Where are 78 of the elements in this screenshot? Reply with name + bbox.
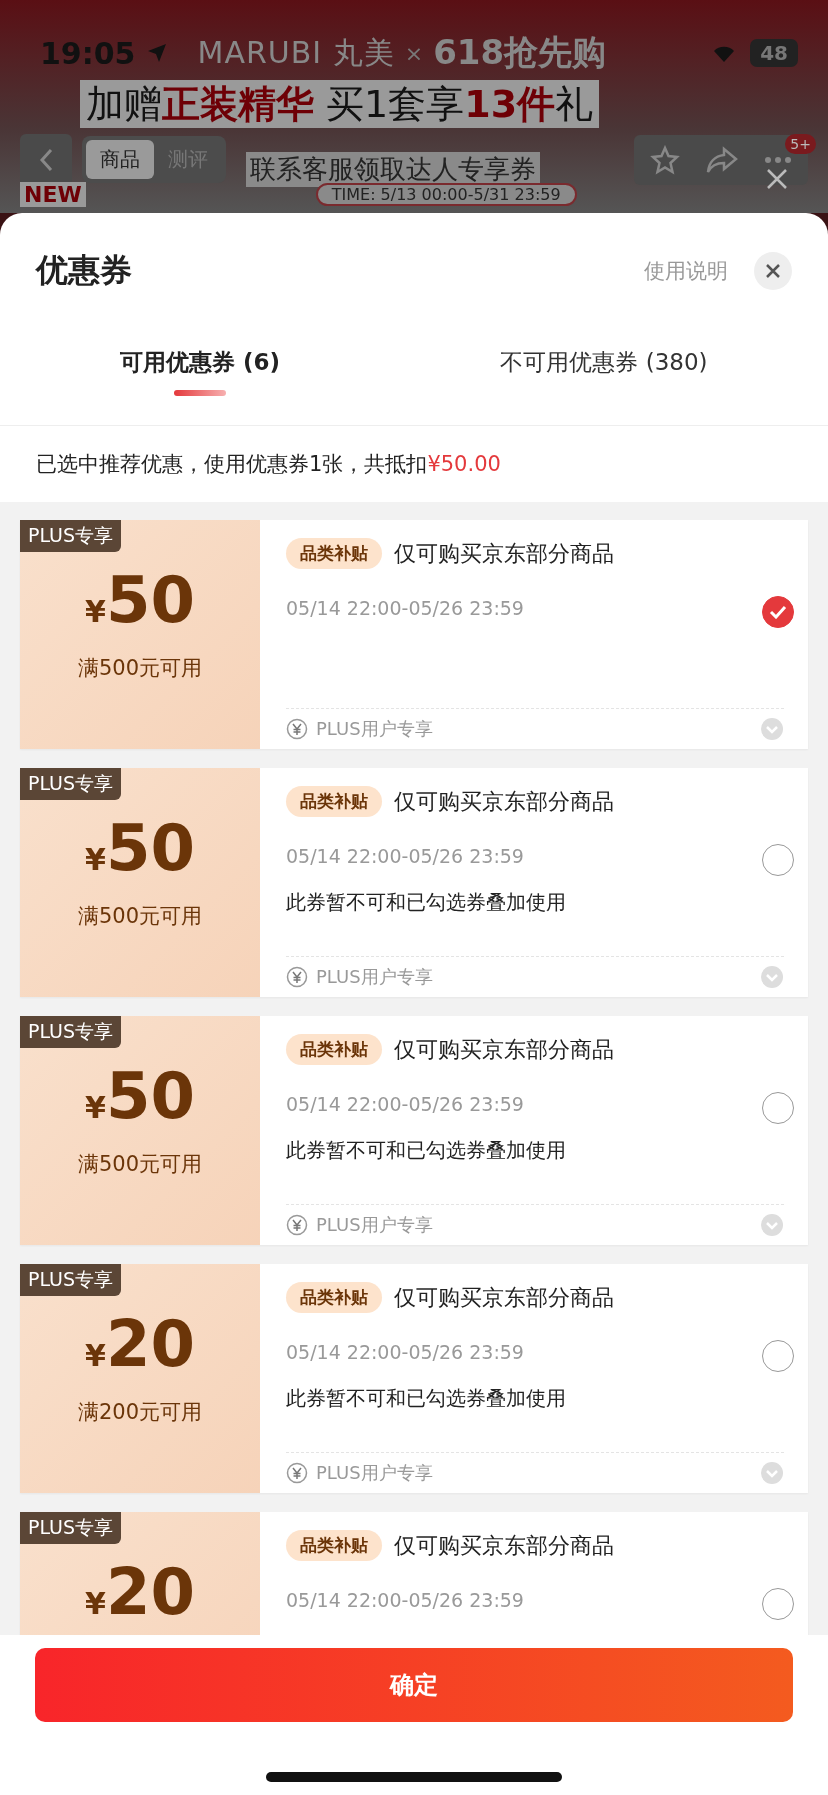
coupon-amount: 50 bbox=[105, 568, 195, 632]
validity-period: 05/14 22:00-05/26 23:59 bbox=[286, 1589, 524, 1611]
footer-label: PLUS用户专享 bbox=[316, 1461, 433, 1485]
select-radio[interactable] bbox=[762, 1588, 794, 1620]
confirm-button[interactable]: 确定 bbox=[35, 1648, 793, 1722]
yen-icon bbox=[286, 718, 308, 740]
coupon-amount: 50 bbox=[105, 816, 195, 880]
validity-period: 05/14 22:00-05/26 23:59 bbox=[286, 597, 524, 619]
currency-sign: ¥ bbox=[85, 842, 106, 877]
page-tab[interactable]: 商品 bbox=[86, 140, 154, 179]
validity-period: 05/14 22:00-05/26 23:59 bbox=[286, 1093, 524, 1115]
banner-headline: 加赠正装精华 买1套享13件礼 bbox=[80, 80, 600, 128]
expand-icon[interactable] bbox=[760, 1461, 784, 1485]
yen-icon bbox=[286, 1214, 308, 1236]
coupon-condition: 满200元可用 bbox=[77, 1399, 203, 1426]
coupon-condition: 满500元可用 bbox=[77, 903, 203, 930]
back-icon bbox=[39, 147, 53, 172]
coupon-title: 仅可购买京东部分商品 bbox=[394, 1035, 614, 1064]
coupon-note: 此券暂不可和已勾选券叠加使用 bbox=[286, 889, 567, 916]
plus-badge: PLUS专享 bbox=[20, 1512, 122, 1544]
expand-icon[interactable] bbox=[760, 1213, 784, 1237]
new-label: NEW bbox=[20, 182, 86, 207]
currency-sign: ¥ bbox=[85, 1090, 106, 1125]
plus-badge: PLUS专享 bbox=[20, 768, 122, 800]
expand-icon[interactable] bbox=[760, 965, 784, 989]
brand-logo: MARUBI 丸美 bbox=[197, 33, 395, 72]
footer-label: PLUS用户专享 bbox=[316, 965, 433, 989]
coupon-title: 仅可购买京东部分商品 bbox=[394, 1531, 614, 1560]
category-tag: 品类补贴 bbox=[286, 538, 382, 569]
plus-badge: PLUS专享 bbox=[20, 1016, 122, 1048]
category-tag: 品类补贴 bbox=[286, 1530, 382, 1561]
coupon-amount: 20 bbox=[105, 1312, 195, 1376]
star-icon[interactable] bbox=[650, 144, 680, 175]
footer-label: PLUS用户专享 bbox=[316, 1213, 433, 1237]
sheet-title: 优惠券 bbox=[36, 250, 132, 291]
brand-separator: × bbox=[404, 40, 424, 66]
validity-period: 05/14 22:00-05/26 23:59 bbox=[286, 845, 524, 867]
coupon-note: 此券暂不可和已勾选券叠加使用 bbox=[286, 1137, 567, 1164]
category-tag: 品类补贴 bbox=[286, 786, 382, 817]
expand-icon[interactable] bbox=[760, 717, 784, 741]
footer-label: PLUS用户专享 bbox=[316, 717, 433, 741]
category-tag: 品类补贴 bbox=[286, 1282, 382, 1313]
currency-sign: ¥ bbox=[85, 594, 106, 629]
currency-sign: ¥ bbox=[85, 1338, 106, 1373]
coupon-title: 仅可购买京东部分商品 bbox=[394, 787, 614, 816]
campaign-title: 618抢先购 bbox=[433, 31, 607, 74]
coupon-tab[interactable]: 不可用优惠券 (380) bbox=[380, 343, 828, 425]
coupon-condition: 满500元可用 bbox=[77, 1151, 203, 1178]
time-range: TIME: 5/13 00:00-5/31 23:59 bbox=[315, 183, 577, 206]
coupon-title: 仅可购买京东部分商品 bbox=[394, 539, 614, 568]
check-icon bbox=[769, 605, 787, 619]
category-tag: 品类补贴 bbox=[286, 1034, 382, 1065]
plus-badge: PLUS专享 bbox=[20, 520, 122, 552]
yen-icon bbox=[286, 966, 308, 988]
summary-text: 已选中推荐优惠，使用优惠券1张，共抵扣¥50.00 bbox=[35, 451, 502, 478]
status-time: 19:05 bbox=[40, 35, 136, 71]
close-icon[interactable] bbox=[766, 168, 788, 190]
share-icon[interactable] bbox=[706, 145, 738, 174]
yen-icon bbox=[286, 1462, 308, 1484]
coupon-title: 仅可购买京东部分商品 bbox=[394, 1283, 614, 1312]
coupon-note: 此券暂不可和已勾选券叠加使用 bbox=[286, 1385, 567, 1412]
battery-icon: 48 bbox=[750, 39, 798, 67]
select-radio[interactable] bbox=[762, 1092, 794, 1124]
coupon-amount: 20 bbox=[105, 1560, 195, 1624]
coupon-condition: 满500元可用 bbox=[77, 655, 203, 682]
close-button[interactable] bbox=[754, 252, 792, 290]
coupon-tab[interactable]: 可用优惠券 (6) bbox=[20, 343, 380, 425]
select-radio[interactable] bbox=[762, 1340, 794, 1372]
coupon-amount: 50 bbox=[105, 1064, 195, 1128]
banner-subtitle: 联系客服领取达人专享券 bbox=[246, 152, 540, 187]
select-radio[interactable] bbox=[762, 596, 794, 628]
currency-sign: ¥ bbox=[85, 1586, 106, 1621]
more-icon[interactable] bbox=[764, 155, 792, 164]
close-icon bbox=[765, 263, 781, 279]
cart-count: 5+ bbox=[785, 134, 816, 154]
plus-badge: PLUS专享 bbox=[20, 1264, 122, 1296]
validity-period: 05/14 22:00-05/26 23:59 bbox=[286, 1341, 524, 1363]
select-radio[interactable] bbox=[762, 844, 794, 876]
